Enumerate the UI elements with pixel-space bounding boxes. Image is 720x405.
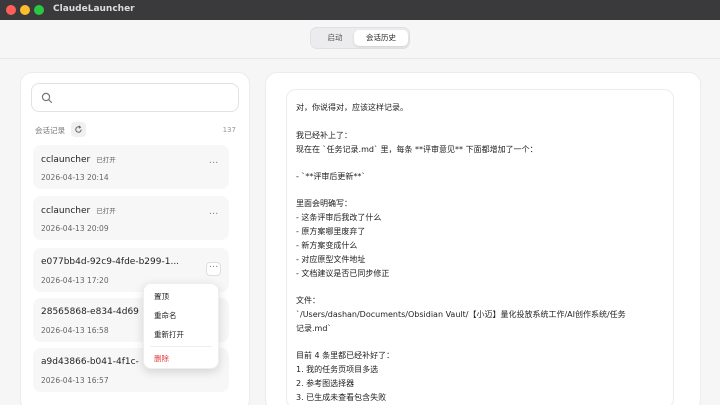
conversation-panel: 对，你说得对，应该这样记录。 我已经补上了： 现在在 `任务记录.md` 里，每…	[265, 72, 701, 405]
search-box	[31, 83, 239, 112]
more-options-icon[interactable]: ···	[206, 262, 221, 276]
message-line: 记录.md`	[296, 324, 332, 333]
session-title: e077bb4d-92c9-4fde-b299-1...	[41, 257, 180, 267]
message-line: 1. 我的任务页项目多选	[296, 365, 379, 374]
session-date: 2026-04-13 16:58	[41, 326, 109, 335]
message-line: 3. 已生成未查看包含失败	[296, 393, 387, 402]
maximize-window-button[interactable]	[34, 5, 44, 15]
app-title: ClaudeLauncher	[53, 4, 135, 14]
message-line: - `**评审后更新**`	[296, 172, 366, 181]
session-title: a9d43866-b041-4f1c-	[41, 357, 139, 367]
message-line: 文件：	[296, 296, 320, 305]
menu-item-reopen[interactable]: 重新打开	[154, 329, 184, 340]
message-line: `/Users/dashan/Documents/Obsidian Vault/…	[296, 310, 626, 319]
more-options-icon[interactable]: ···	[206, 159, 221, 173]
tab-history[interactable]: 会话历史	[354, 30, 408, 46]
session-count: 137	[222, 126, 236, 134]
view-switcher: 启动 会话历史	[310, 27, 410, 49]
title-bar: ClaudeLauncher	[0, 0, 720, 20]
session-card[interactable]: cclauncher 已打开 2026-04-13 20:14 ···	[33, 145, 229, 189]
minimize-window-button[interactable]	[20, 5, 30, 15]
message-bubble: 对，你说得对，应该这样记录。 我已经补上了： 现在在 `任务记录.md` 里，每…	[286, 89, 674, 405]
message-line: - 对应原型文件地址	[296, 255, 366, 264]
search-icon	[41, 92, 53, 104]
opened-badge: 已打开	[96, 207, 116, 215]
session-title: 28565868-e834-4d69	[41, 307, 139, 317]
opened-badge: 已打开	[96, 156, 116, 164]
refresh-icon	[75, 125, 82, 133]
more-options-icon[interactable]: ···	[206, 210, 221, 224]
section-label: 会话记录	[35, 126, 65, 135]
message-line: 我已经补上了：	[296, 131, 352, 140]
menu-separator	[150, 346, 212, 347]
session-date: 2026-04-13 17:20	[41, 276, 109, 285]
session-title: cclauncher 已打开	[41, 206, 116, 216]
search-input[interactable]	[58, 89, 228, 107]
message-line: - 文档建议是否已同步修正	[296, 269, 390, 278]
session-card[interactable]: cclauncher 已打开 2026-04-13 20:09 ···	[33, 196, 229, 240]
refresh-button[interactable]	[71, 122, 86, 137]
message-line: 里面会明确写：	[296, 199, 352, 208]
app-window: ClaudeLauncher 启动 会话历史 会话记录 137 cclaunch…	[0, 0, 720, 405]
message-line: - 这条评审后我改了什么	[296, 213, 382, 222]
message-line: 现在在 `任务记录.md` 里，每条 **评审意见** 下面都增加了一个：	[296, 145, 538, 154]
message-line: 对，你说得对，应该这样记录。	[296, 103, 408, 112]
message-line: - 新方案变成什么	[296, 241, 358, 250]
message-line: 目前 4 条里都已经补好了：	[296, 351, 395, 360]
context-menu: 置顶 重命名 重新打开 删除	[143, 283, 219, 369]
session-date: 2026-04-13 20:09	[41, 224, 109, 233]
header-divider	[0, 58, 720, 59]
menu-item-rename[interactable]: 重命名	[154, 310, 177, 321]
message-line: - 原方案哪里废弃了	[296, 227, 366, 236]
menu-item-delete[interactable]: 删除	[154, 353, 169, 364]
menu-item-pin[interactable]: 置顶	[154, 291, 169, 302]
close-window-button[interactable]	[6, 5, 16, 15]
message-line: 2. 参考图选择器	[296, 379, 355, 388]
session-title: cclauncher 已打开	[41, 155, 116, 165]
session-date: 2026-04-13 16:57	[41, 376, 109, 385]
session-date: 2026-04-13 20:14	[41, 173, 109, 182]
tab-start[interactable]: 启动	[314, 30, 356, 46]
